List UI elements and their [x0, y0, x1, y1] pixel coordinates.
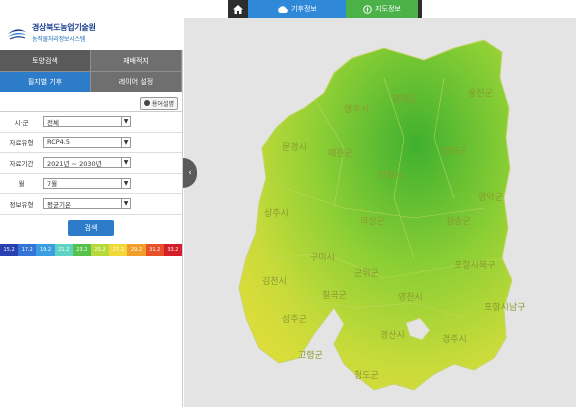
map-view[interactable]: 봉화군 울진군 영주시 문경시 예천군 안동시 영양군 영덕군 상주시 의성군 …	[184, 18, 576, 407]
menu-layer-settings[interactable]: 레이어 설정	[91, 72, 182, 92]
map-label-uiseong: 의성군	[360, 217, 385, 227]
help-row: 용어설명	[0, 95, 182, 111]
sidebar: 토양검색 재배적지 필지별 기후 레이어 설정 용어설명 시·군 전체 ▼ 자료…	[0, 50, 183, 407]
legend-swatch: 21.2	[54, 243, 73, 256]
month-value: 7월	[47, 180, 58, 189]
map-label-gunwi: 군위군	[354, 269, 379, 279]
data-type-label: 자료유형	[9, 139, 34, 148]
chevron-down-icon: ▼	[121, 158, 130, 168]
tab-weather-label: 기후정보	[291, 5, 317, 13]
form-row-period: 자료기간 2021년 ~ 2030년 ▼	[0, 153, 182, 174]
map-label-mungyeong: 문경시	[282, 143, 307, 153]
form-row-data-type: 자료유형 RCP4.5 ▼	[0, 133, 182, 153]
region-value: 전체	[47, 118, 59, 127]
info-type-select[interactable]: 평균기온 ▼	[43, 198, 131, 210]
search-form: 시·군 전체 ▼ 자료유형 RCP4.5 ▼ 자료기간 2021년 ~ 2030…	[0, 111, 182, 215]
temperature-legend: 15.2 17.2 19.2 21.2 23.2 25.2 27.2 29.2 31.2 33.2	[0, 243, 183, 256]
legend-swatch: 17.2	[18, 243, 37, 256]
legend-swatch: 33.2	[163, 243, 183, 256]
chevron-down-icon: ▼	[121, 199, 130, 209]
menu-row-2: 필지별 기후 레이어 설정	[0, 71, 182, 92]
home-button[interactable]	[228, 0, 248, 18]
region-label: 시·군	[14, 118, 29, 127]
map-label-pohang-buk: 포항시북구	[454, 261, 496, 271]
map-label-sangju: 상주시	[264, 209, 289, 219]
app-window: 기후정보 지도정보 경상북도농업기술원 농작물자리정보시스템 토양검색 재배적지…	[0, 0, 576, 407]
map-label-gumi: 구미시	[310, 253, 335, 263]
tab-map-label: 지도정보	[375, 5, 401, 13]
speech-bubble-icon	[143, 100, 150, 106]
glossary-button[interactable]: 용어설명	[139, 96, 178, 110]
map-label-goryeong: 고령군	[298, 351, 323, 361]
period-label: 자료기간	[9, 159, 34, 168]
form-row-info-type: 정보유형 평균기온 ▼	[0, 194, 182, 215]
cloud-icon	[278, 5, 288, 13]
map-label-andong: 안동시	[378, 171, 403, 181]
data-type-select[interactable]: RCP4.5 ▼	[43, 136, 131, 148]
menu-suitable-land[interactable]: 재배적지	[91, 50, 182, 71]
map-label-yeongju: 영주시	[344, 105, 369, 115]
map-label-gyeongsan: 경산시	[380, 331, 405, 341]
map-label-chilgok: 칠곡군	[322, 291, 347, 301]
period-select[interactable]: 2021년 ~ 2030년 ▼	[43, 157, 131, 169]
map-label-seongju: 성주군	[282, 315, 307, 325]
home-icon	[233, 4, 243, 14]
province-map[interactable]	[184, 18, 576, 407]
map-label-gimcheon: 김천시	[262, 277, 287, 287]
logo-text: 경상북도농업기술원 농작물자리정보시스템	[32, 22, 96, 43]
chevron-down-icon: ▼	[121, 117, 130, 127]
legend-swatch: 15.2	[0, 243, 19, 256]
region-select[interactable]: 전체 ▼	[43, 116, 131, 128]
legend-swatch: 29.2	[127, 243, 146, 256]
legend-swatch: 25.2	[91, 243, 110, 256]
data-type-value: RCP4.5	[47, 138, 70, 147]
logo[interactable]: 경상북도농업기술원 농작물자리정보시스템	[6, 22, 96, 43]
map-label-yeongyang: 영양군	[442, 147, 467, 157]
form-row-region: 시·군 전체 ▼	[0, 112, 182, 133]
month-select[interactable]: 7월 ▼	[43, 177, 131, 189]
map-label-gyeongju: 경주시	[442, 335, 467, 345]
logo-emblem-icon	[8, 28, 26, 40]
nav-end-cap	[418, 0, 422, 18]
legend-swatch: 23.2	[72, 243, 92, 256]
info-type-label: 정보유형	[9, 200, 34, 209]
search-row: 검색	[0, 215, 182, 241]
search-button[interactable]: 검색	[68, 219, 114, 236]
tab-map-info[interactable]: 지도정보	[346, 0, 418, 18]
logo-title: 경상북도농업기술원	[32, 23, 96, 32]
map-label-uljin: 울진군	[468, 89, 493, 99]
chevron-down-icon: ▼	[121, 137, 130, 147]
chevron-left-icon: ‹	[188, 168, 192, 178]
map-label-cheongdo: 청도군	[354, 371, 379, 381]
info-type-value: 평균기온	[47, 200, 71, 209]
map-label-yeongdeok: 영덕군	[478, 193, 503, 203]
legend-swatch: 27.2	[109, 243, 128, 256]
map-label-yecheon: 예천군	[328, 149, 353, 159]
legend-swatch: 31.2	[145, 243, 164, 256]
form-row-month: 월 7월 ▼	[0, 174, 182, 194]
map-label-pohang-nam: 포항시남구	[484, 303, 526, 313]
legend-swatch: 19.2	[36, 243, 55, 256]
month-label: 월	[18, 180, 25, 189]
logo-subtitle: 농작물자리정보시스템	[32, 36, 86, 43]
menu-soil-search[interactable]: 토양검색	[0, 50, 91, 71]
top-nav: 기후정보 지도정보	[228, 0, 422, 18]
map-label-cheongsong: 청송군	[446, 217, 471, 227]
tab-weather-info[interactable]: 기후정보	[248, 0, 346, 18]
menu-row-1: 토양검색 재배적지	[0, 50, 182, 71]
menu-parcel-climate[interactable]: 필지별 기후	[0, 72, 91, 92]
period-value: 2021년 ~ 2030년	[47, 159, 102, 168]
glossary-label: 용어설명	[151, 100, 174, 108]
compass-icon	[363, 4, 372, 14]
map-label-bonghwa: 봉화군	[392, 95, 417, 105]
chevron-down-icon: ▼	[121, 178, 130, 188]
map-label-yeongcheon: 영천시	[398, 293, 423, 303]
top-bar: 기후정보 지도정보	[0, 0, 576, 18]
